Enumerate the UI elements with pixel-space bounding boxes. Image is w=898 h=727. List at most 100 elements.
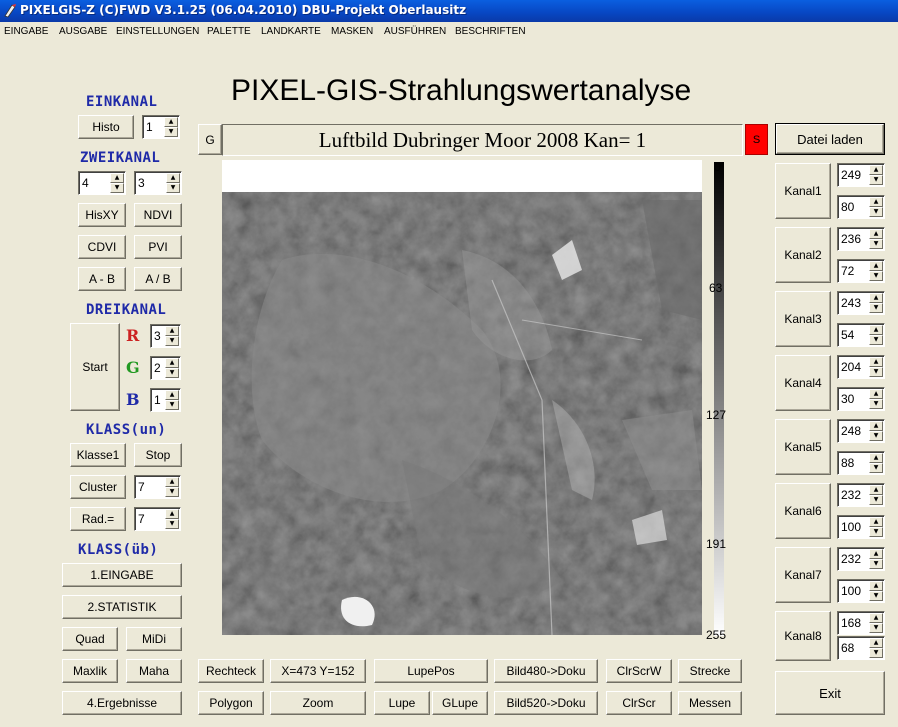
messen-button[interactable]: Messen [678,691,742,715]
spin-down-icon[interactable]: ▼ [869,271,883,281]
kanal8-min-spinner[interactable]: 68 ▲ ▼ [837,636,885,660]
spin-down-icon[interactable]: ▼ [869,303,883,313]
kanal4-button[interactable]: Kanal4 [775,355,831,411]
polygon-button[interactable]: Polygon [198,691,264,715]
klasse1-button[interactable]: Klasse1 [70,443,126,467]
spin-down-icon[interactable]: ▼ [166,183,180,193]
kanal7-max-spinner[interactable]: 232 ▲ ▼ [837,547,885,571]
kanal2-max-spinner[interactable]: 236 ▲ ▼ [837,227,885,251]
cdvi-button[interactable]: CDVI [78,235,126,259]
start-button[interactable]: Start [70,323,120,411]
menu-ausfuehren[interactable]: AUSFÜHREN [384,26,446,37]
kanal3-max-spinner[interactable]: 243 ▲ ▼ [837,291,885,315]
spin-up-icon[interactable]: ▲ [869,421,883,431]
spin-up-icon[interactable]: ▲ [869,293,883,303]
lupepos-button[interactable]: LupePos [374,659,488,683]
menu-palette[interactable]: PALETTE [207,26,251,37]
spin-down-icon[interactable]: ▼ [165,519,179,529]
kanal4-min-spinner[interactable]: 30 ▲ ▼ [837,387,885,411]
spin-up-icon[interactable]: ▲ [165,326,179,336]
spin-up-icon[interactable]: ▲ [869,613,883,623]
spin-down-icon[interactable]: ▼ [869,463,883,473]
eingabe-step-button[interactable]: 1.EINGABE [62,563,182,587]
zweikanal-a-spinner[interactable]: 4 ▲ ▼ [78,171,126,195]
kanal5-max-spinner[interactable]: 248 ▲ ▼ [837,419,885,443]
kanal6-min-spinner[interactable]: 100 ▲ ▼ [837,515,885,539]
g-channel-spinner[interactable]: 2 ▲ ▼ [150,356,181,380]
kanal3-button[interactable]: Kanal3 [775,291,831,347]
kanal1-min-spinner[interactable]: 80 ▲ ▼ [837,195,885,219]
einkanal-channel-spinner[interactable]: 1 ▲ ▼ [142,115,180,139]
ergebnisse-step-button[interactable]: 4.Ergebnisse [62,691,182,715]
hisxy-button[interactable]: HisXY [78,203,126,227]
spin-down-icon[interactable]: ▼ [869,207,883,217]
menu-landkarte[interactable]: LANDKARTE [261,26,321,37]
r-channel-spinner[interactable]: 3 ▲ ▼ [150,324,181,348]
spin-up-icon[interactable]: ▲ [869,165,883,175]
spin-down-icon[interactable]: ▼ [869,623,883,633]
b-channel-spinner[interactable]: 1 ▲ ▼ [150,388,181,412]
spin-up-icon[interactable]: ▲ [869,197,883,207]
maha-button[interactable]: Maha [126,659,182,683]
spin-down-icon[interactable]: ▼ [164,127,178,137]
spin-up-icon[interactable]: ▲ [869,261,883,271]
spin-up-icon[interactable]: ▲ [869,229,883,239]
kanal6-button[interactable]: Kanal6 [775,483,831,539]
spin-down-icon[interactable]: ▼ [110,183,124,193]
spin-down-icon[interactable]: ▼ [869,648,883,658]
kanal8-button[interactable]: Kanal8 [775,611,831,661]
spin-down-icon[interactable]: ▼ [869,495,883,505]
spin-up-icon[interactable]: ▲ [869,389,883,399]
kanal7-min-spinner[interactable]: 100 ▲ ▼ [837,579,885,603]
spin-up-icon[interactable]: ▲ [165,477,179,487]
menu-masken[interactable]: MASKEN [331,26,373,37]
maxlik-button[interactable]: Maxlik [62,659,118,683]
s-button[interactable]: S [745,124,768,155]
spin-up-icon[interactable]: ▲ [869,638,883,648]
cluster-spinner[interactable]: 7 ▲ ▼ [134,475,181,499]
spin-down-icon[interactable]: ▼ [869,591,883,601]
ndvi-button[interactable]: NDVI [134,203,182,227]
kanal3-min-spinner[interactable]: 54 ▲ ▼ [837,323,885,347]
clrscr-button[interactable]: ClrScr [606,691,672,715]
spin-up-icon[interactable]: ▲ [869,485,883,495]
zweikanal-b-spinner[interactable]: 3 ▲ ▼ [134,171,182,195]
kanal7-button[interactable]: Kanal7 [775,547,831,603]
menu-einstellungen[interactable]: EINSTELLUNGEN [116,26,199,37]
kanal6-max-spinner[interactable]: 232 ▲ ▼ [837,483,885,507]
spin-up-icon[interactable]: ▲ [164,117,178,127]
spin-up-icon[interactable]: ▲ [869,325,883,335]
kanal2-button[interactable]: Kanal2 [775,227,831,283]
bild520-doku-button[interactable]: Bild520->Doku [494,691,598,715]
kanal5-min-spinner[interactable]: 88 ▲ ▼ [837,451,885,475]
bild480-doku-button[interactable]: Bild480->Doku [494,659,598,683]
g-button[interactable]: G [198,124,222,155]
menu-beschriften[interactable]: BESCHRIFTEN [455,26,526,37]
a-div-b-button[interactable]: A / B [134,267,182,291]
spin-up-icon[interactable]: ▲ [869,581,883,591]
spin-down-icon[interactable]: ▼ [165,487,179,497]
kanal4-max-spinner[interactable]: 204 ▲ ▼ [837,355,885,379]
aerial-image[interactable] [222,160,702,635]
histo-button[interactable]: Histo [78,115,134,139]
glupe-button[interactable]: GLupe [432,691,488,715]
spin-down-icon[interactable]: ▼ [165,368,179,378]
kanal1-button[interactable]: Kanal1 [775,163,831,219]
zoom-button[interactable]: Zoom [270,691,366,715]
spin-down-icon[interactable]: ▼ [869,175,883,185]
spin-down-icon[interactable]: ▼ [869,431,883,441]
kanal1-max-spinner[interactable]: 249 ▲ ▼ [837,163,885,187]
spin-up-icon[interactable]: ▲ [869,517,883,527]
pvi-button[interactable]: PVI [134,235,182,259]
spin-up-icon[interactable]: ▲ [165,358,179,368]
statistik-step-button[interactable]: 2.STATISTIK [62,595,182,619]
spin-down-icon[interactable]: ▼ [869,559,883,569]
spin-down-icon[interactable]: ▼ [869,367,883,377]
midi-button[interactable]: MiDi [126,627,182,651]
rechteck-button[interactable]: Rechteck [198,659,264,683]
spin-down-icon[interactable]: ▼ [869,335,883,345]
lupe-button[interactable]: Lupe [374,691,430,715]
spin-down-icon[interactable]: ▼ [165,336,179,346]
rad-spinner[interactable]: 7 ▲ ▼ [134,507,181,531]
kanal5-button[interactable]: Kanal5 [775,419,831,475]
